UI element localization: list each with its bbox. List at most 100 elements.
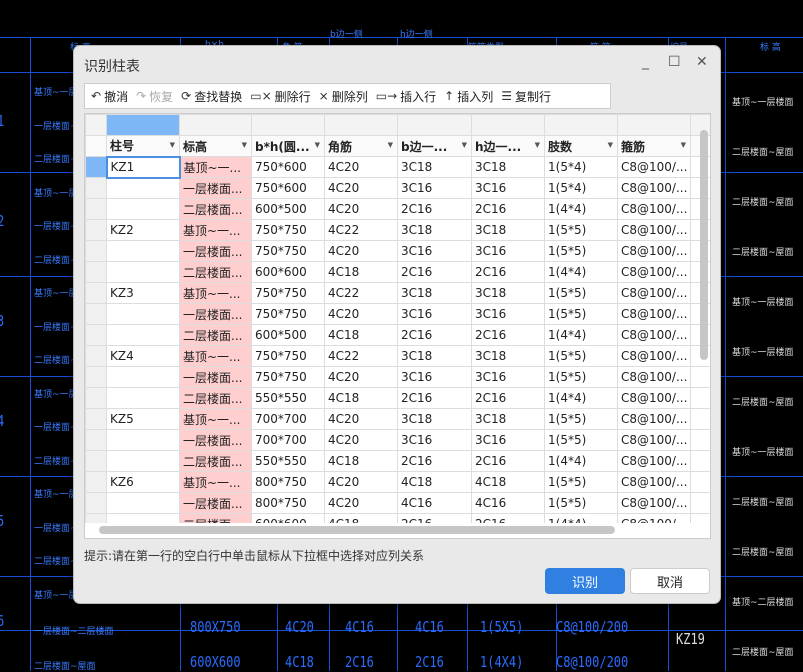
table-cell[interactable]: 1(4*4) — [544, 450, 618, 472]
table-cell[interactable]: 3C16 — [397, 366, 472, 388]
table-cell[interactable]: 4C20 — [324, 408, 398, 430]
table-cell[interactable]: KZ3 — [106, 282, 180, 304]
table-row[interactable]: 二层楼面... 600*500 4C20 2C16 2C16 1(4*4) C8@100/.… — [85, 198, 710, 220]
table-cell[interactable]: 3C16 — [397, 240, 472, 262]
table-cell[interactable]: 3C16 — [397, 429, 472, 451]
row-header[interactable] — [85, 387, 107, 409]
table-cell[interactable]: 2C16 — [397, 387, 472, 409]
dropdown-arrow-icon[interactable]: ▼ — [535, 141, 540, 149]
row-header[interactable] — [85, 198, 107, 220]
table-cell[interactable]: 2C16 — [397, 261, 472, 283]
row-header[interactable] — [85, 261, 107, 283]
find-replace-button[interactable]: ⟳ 查找替换 — [181, 88, 242, 105]
cancel-button[interactable]: 取消 — [630, 568, 710, 594]
table-cell[interactable] — [106, 198, 180, 220]
table-cell[interactable]: C8@100/... — [617, 198, 691, 220]
table-row[interactable]: 一层楼面... 750*750 4C20 3C16 3C16 1(5*5) C8@100/.… — [85, 366, 710, 388]
dropdown-arrow-icon[interactable]: ▼ — [242, 141, 247, 149]
maximize-icon[interactable]: ☐ — [668, 54, 681, 70]
table-cell[interactable]: 750*600 — [251, 156, 325, 178]
table-cell[interactable]: 1(5*5) — [544, 366, 618, 388]
table-cell[interactable]: 3C16 — [397, 303, 472, 325]
table-cell[interactable]: 一层楼面... — [179, 240, 252, 262]
table-cell[interactable]: KZ2 — [106, 219, 180, 241]
table-cell[interactable]: 基顶~一... — [179, 156, 252, 178]
table-row[interactable]: 二层楼面...600*6004C182C162C161(4*4)C8@100/.… — [85, 261, 710, 283]
row-header[interactable] — [85, 366, 107, 388]
table-cell[interactable] — [106, 450, 180, 472]
dropdown-arrow-icon[interactable]: ▼ — [608, 141, 613, 149]
table-cell[interactable]: 4C18 — [324, 387, 398, 409]
table-cell[interactable]: 750*750 — [251, 240, 325, 262]
table-cell[interactable]: C8@100/... — [617, 219, 691, 241]
table-cell[interactable]: C8@100/... — [617, 429, 691, 451]
table-cell[interactable] — [106, 324, 180, 346]
table-cell[interactable]: 4C20 — [324, 177, 398, 199]
table-cell[interactable]: 4C22 — [324, 282, 398, 304]
mapping-select-cell[interactable] — [106, 114, 180, 136]
table-cell[interactable]: 1(5*5) — [544, 492, 618, 514]
table-cell[interactable]: 2C16 — [397, 324, 472, 346]
table-cell[interactable]: 2C16 — [471, 450, 545, 472]
table-row[interactable]: KZ5 基顶~一... 700*700 4C20 3C18 3C18 1(5*5) C8@10… — [85, 408, 710, 430]
table-cell[interactable]: C8@100/... — [617, 177, 691, 199]
table-row[interactable]: 二层楼面... 550*550 4C18 2C16 2C16 1(4*4) C8@100/.… — [85, 450, 710, 472]
column-header[interactable]: 标高 ▼ — [179, 135, 252, 157]
table-cell[interactable]: 2C16 — [397, 450, 472, 472]
table-cell[interactable]: C8@100/... — [617, 324, 691, 346]
table-cell[interactable]: C8@100/... — [617, 240, 691, 262]
row-header[interactable] — [85, 408, 107, 430]
table-cell[interactable] — [106, 366, 180, 388]
table-cell[interactable]: 4C18 — [471, 471, 545, 493]
insert-row-button[interactable]: ▭→ 插入行 — [376, 88, 436, 105]
table-row[interactable]: KZ6 基顶~一... 800*750 4C20 4C18 4C18 1(5*5) C8@10… — [85, 471, 710, 493]
table-cell[interactable]: 1(5*4) — [544, 177, 618, 199]
row-header[interactable] — [85, 345, 107, 367]
column-header[interactable]: 肢数 ▼ — [544, 135, 618, 157]
table-cell[interactable]: C8@100/... — [617, 471, 691, 493]
table-cell[interactable]: KZ4 — [106, 345, 180, 367]
table-row[interactable]: 二层楼面... 600*500 4C18 2C16 2C16 1(4*4) C8@100/.… — [85, 324, 710, 346]
table-cell[interactable]: 4C20 — [324, 366, 398, 388]
table-cell[interactable]: 3C16 — [471, 240, 545, 262]
table-cell[interactable]: 4C18 — [397, 471, 472, 493]
table-cell[interactable]: 基顶~一... — [179, 219, 252, 241]
mapping-select-cell[interactable] — [251, 114, 325, 136]
table-cell[interactable]: 4C20 — [324, 303, 398, 325]
table-cell[interactable]: 550*550 — [251, 450, 325, 472]
table-cell[interactable]: 750*600 — [251, 177, 325, 199]
table-cell[interactable]: 3C18 — [471, 408, 545, 430]
table-cell[interactable]: 二层楼面... — [179, 387, 252, 409]
column-header[interactable]: h边一... ▼ — [471, 135, 545, 157]
table-cell[interactable]: 1(4*4) — [544, 324, 618, 346]
table-cell[interactable]: 3C18 — [471, 219, 545, 241]
column-header[interactable]: b*h(圆... ▼ — [251, 135, 325, 157]
table-cell[interactable]: 3C18 — [471, 345, 545, 367]
table-cell[interactable]: 4C22 — [324, 345, 398, 367]
table-cell[interactable]: 基顶~一... — [179, 345, 252, 367]
close-icon[interactable]: ✕ — [696, 54, 708, 70]
table-cell[interactable] — [106, 261, 180, 283]
table-cell[interactable]: C8@100/... — [617, 366, 691, 388]
dropdown-arrow-icon[interactable]: ▼ — [170, 141, 175, 149]
table-cell[interactable]: 基顶~一... — [179, 408, 252, 430]
table-cell[interactable]: 二层楼面... — [179, 324, 252, 346]
table-cell[interactable]: 4C20 — [324, 156, 398, 178]
table-cell[interactable]: 4C18 — [324, 261, 398, 283]
table-cell[interactable]: 750*750 — [251, 303, 325, 325]
table-cell[interactable]: 3C18 — [397, 408, 472, 430]
table-cell[interactable] — [106, 492, 180, 514]
mapping-select-cell[interactable] — [179, 114, 252, 136]
table-cell[interactable]: 3C18 — [471, 282, 545, 304]
table-cell[interactable]: 1(5*5) — [544, 429, 618, 451]
table-cell[interactable]: 4C16 — [471, 492, 545, 514]
table-cell[interactable]: 3C18 — [471, 156, 545, 178]
table-cell[interactable]: 4C20 — [324, 492, 398, 514]
table-cell[interactable]: 4C20 — [324, 240, 398, 262]
table-row[interactable]: KZ2 基顶~一... 750*750 4C22 3C18 3C18 1(5*5) C8@10… — [85, 219, 710, 241]
column-header[interactable]: 箍筋 ▼ — [617, 135, 691, 157]
table-row[interactable]: 一层楼面... 750*750 4C20 3C16 3C16 1(5*5) C8@100/.… — [85, 303, 710, 325]
table-cell[interactable]: 基顶~一... — [179, 282, 252, 304]
row-header[interactable] — [85, 303, 107, 325]
table-cell[interactable]: 1(5*4) — [544, 156, 618, 178]
